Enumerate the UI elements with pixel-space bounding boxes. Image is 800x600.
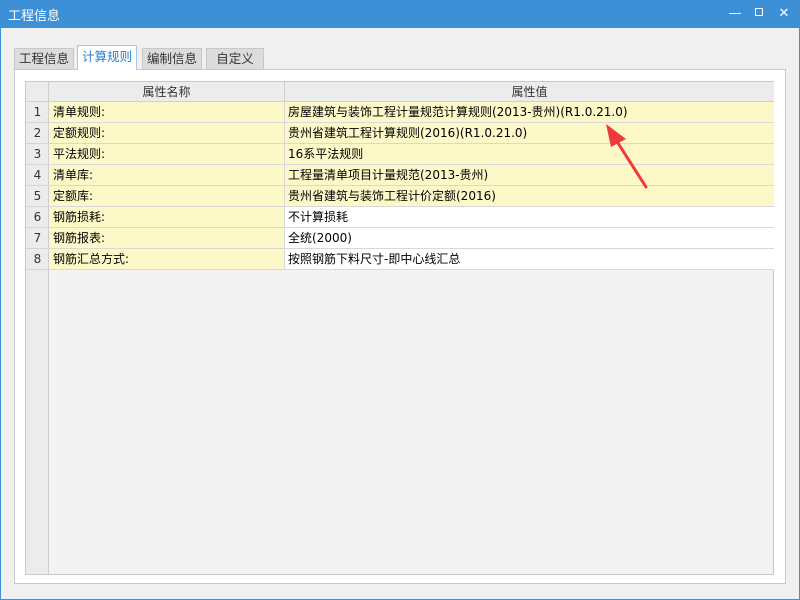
table-row: 1 清单规则: 房屋建筑与装饰工程计量规范计算规则(2013-贵州)(R1.0.… <box>26 102 774 123</box>
tab-project-info[interactable]: 工程信息 <box>14 48 74 69</box>
maximize-button[interactable] <box>749 4 769 24</box>
row-number: 4 <box>26 165 49 186</box>
property-value-cell[interactable]: 不计算损耗 <box>285 207 774 228</box>
property-value-cell[interactable]: 贵州省建筑工程计算规则(2016)(R1.0.21.0) <box>285 123 774 144</box>
title-bar: 工程信息 — ✕ <box>0 0 800 28</box>
property-name-cell: 平法规则: <box>49 144 285 165</box>
table-row: 4 清单库: 工程量清单项目计量规范(2013-贵州) <box>26 165 774 186</box>
property-name-cell: 定额规则: <box>49 123 285 144</box>
table-row: 8 钢筋汇总方式: 按照钢筋下料尺寸-即中心线汇总 <box>26 249 774 270</box>
window-title: 工程信息 <box>8 9 61 24</box>
table-row: 2 定额规则: 贵州省建筑工程计算规则(2016)(R1.0.21.0) <box>26 123 774 144</box>
property-name-cell: 清单库: <box>49 165 285 186</box>
close-button[interactable]: ✕ <box>774 4 794 24</box>
row-number: 5 <box>26 186 49 207</box>
grid-header: 属性名称 属性值 <box>26 82 774 102</box>
tab-calc-rules[interactable]: 计算规则 <box>77 45 137 70</box>
tab-compile-info[interactable]: 编制信息 <box>142 48 202 69</box>
table-row: 3 平法规则: 16系平法规则 <box>26 144 774 165</box>
header-property-name[interactable]: 属性名称 <box>49 82 285 102</box>
tab-custom[interactable]: 自定义 <box>206 48 264 69</box>
property-value-cell[interactable]: 工程量清单项目计量规范(2013-贵州) <box>285 165 774 186</box>
row-number: 3 <box>26 144 49 165</box>
row-number: 1 <box>26 102 49 123</box>
table-row: 5 定额库: 贵州省建筑与装饰工程计价定额(2016) <box>26 186 774 207</box>
row-number: 6 <box>26 207 49 228</box>
property-name-cell: 钢筋汇总方式: <box>49 249 285 270</box>
row-number: 2 <box>26 123 49 144</box>
property-value-cell[interactable]: 按照钢筋下料尺寸-即中心线汇总 <box>285 249 774 270</box>
property-name-cell: 钢筋报表: <box>49 228 285 249</box>
property-value-cell[interactable]: 全统(2000) <box>285 228 774 249</box>
row-number: 7 <box>26 228 49 249</box>
row-number: 8 <box>26 249 49 270</box>
table-row: 6 钢筋损耗: 不计算损耗 <box>26 207 774 228</box>
property-value-cell[interactable]: 房屋建筑与装饰工程计量规范计算规则(2013-贵州)(R1.0.21.0) <box>285 102 774 123</box>
table-row: 7 钢筋报表: 全统(2000) <box>26 228 774 249</box>
header-property-value[interactable]: 属性值 <box>285 82 774 102</box>
property-grid: 属性名称 属性值 1 清单规则: 房屋建筑与装饰工程计量规范计算规则(2013-… <box>25 81 774 575</box>
property-name-cell: 定额库: <box>49 186 285 207</box>
property-name-cell: 钢筋损耗: <box>49 207 285 228</box>
property-name-cell: 清单规则: <box>49 102 285 123</box>
maximize-icon <box>755 8 763 16</box>
minimize-button[interactable]: — <box>725 4 745 24</box>
property-value-cell[interactable]: 16系平法规则 <box>285 144 774 165</box>
property-value-cell[interactable]: 贵州省建筑与装饰工程计价定额(2016) <box>285 186 774 207</box>
grid-corner <box>26 82 49 102</box>
